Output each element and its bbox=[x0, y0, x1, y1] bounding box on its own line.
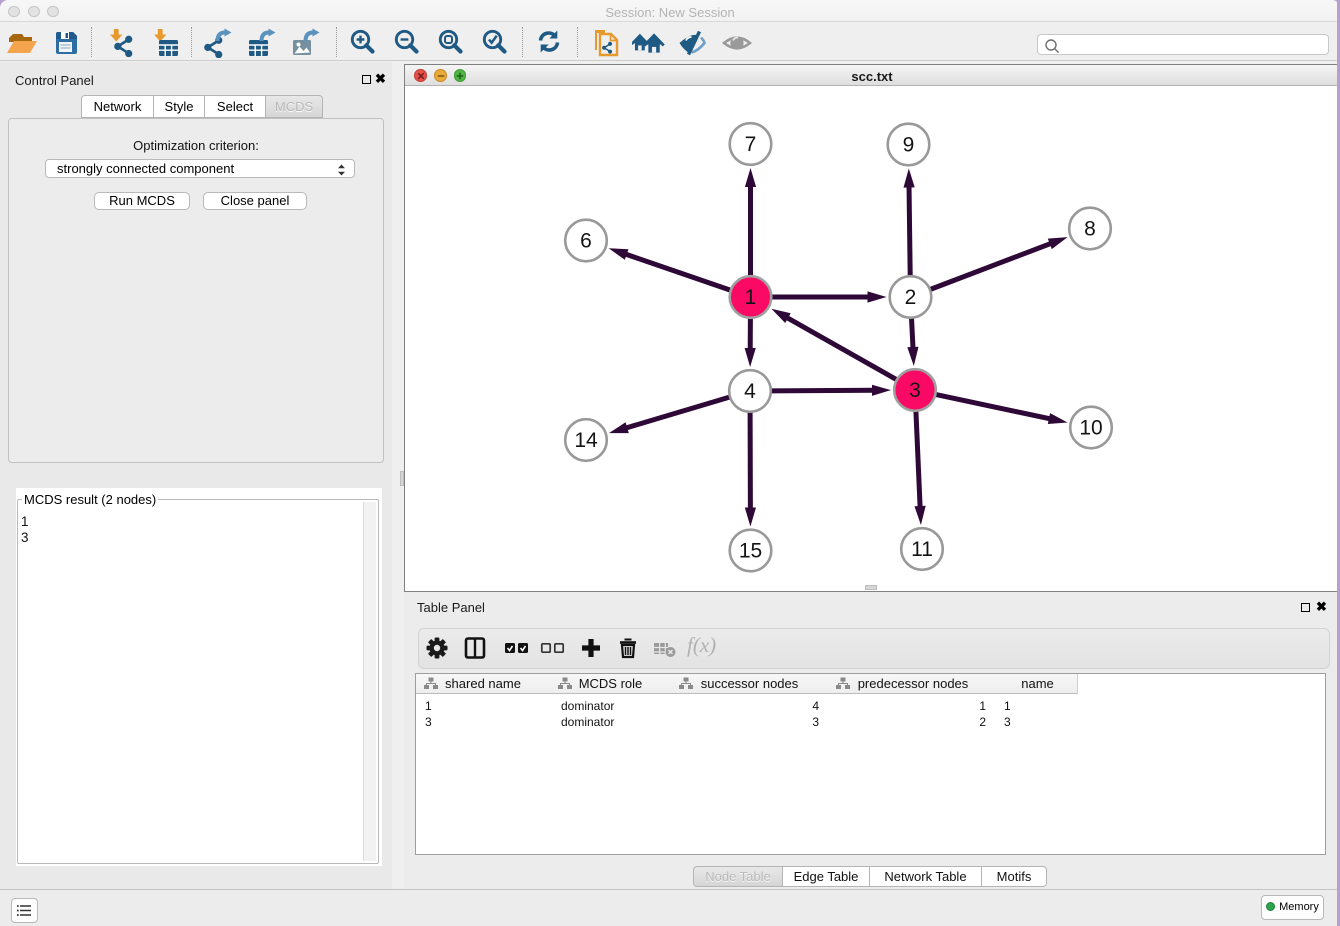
svg-text:9: 9 bbox=[903, 134, 915, 157]
svg-text:6: 6 bbox=[580, 230, 592, 253]
svg-text:4: 4 bbox=[744, 380, 756, 403]
svg-text:1: 1 bbox=[745, 286, 757, 309]
svg-text:8: 8 bbox=[1084, 218, 1096, 241]
svg-text:14: 14 bbox=[574, 429, 598, 452]
svg-text:2: 2 bbox=[905, 286, 917, 309]
svg-text:15: 15 bbox=[739, 540, 762, 563]
svg-text:3: 3 bbox=[909, 379, 921, 402]
svg-text:10: 10 bbox=[1079, 417, 1102, 440]
svg-text:11: 11 bbox=[911, 538, 933, 561]
svg-text:7: 7 bbox=[745, 133, 757, 156]
